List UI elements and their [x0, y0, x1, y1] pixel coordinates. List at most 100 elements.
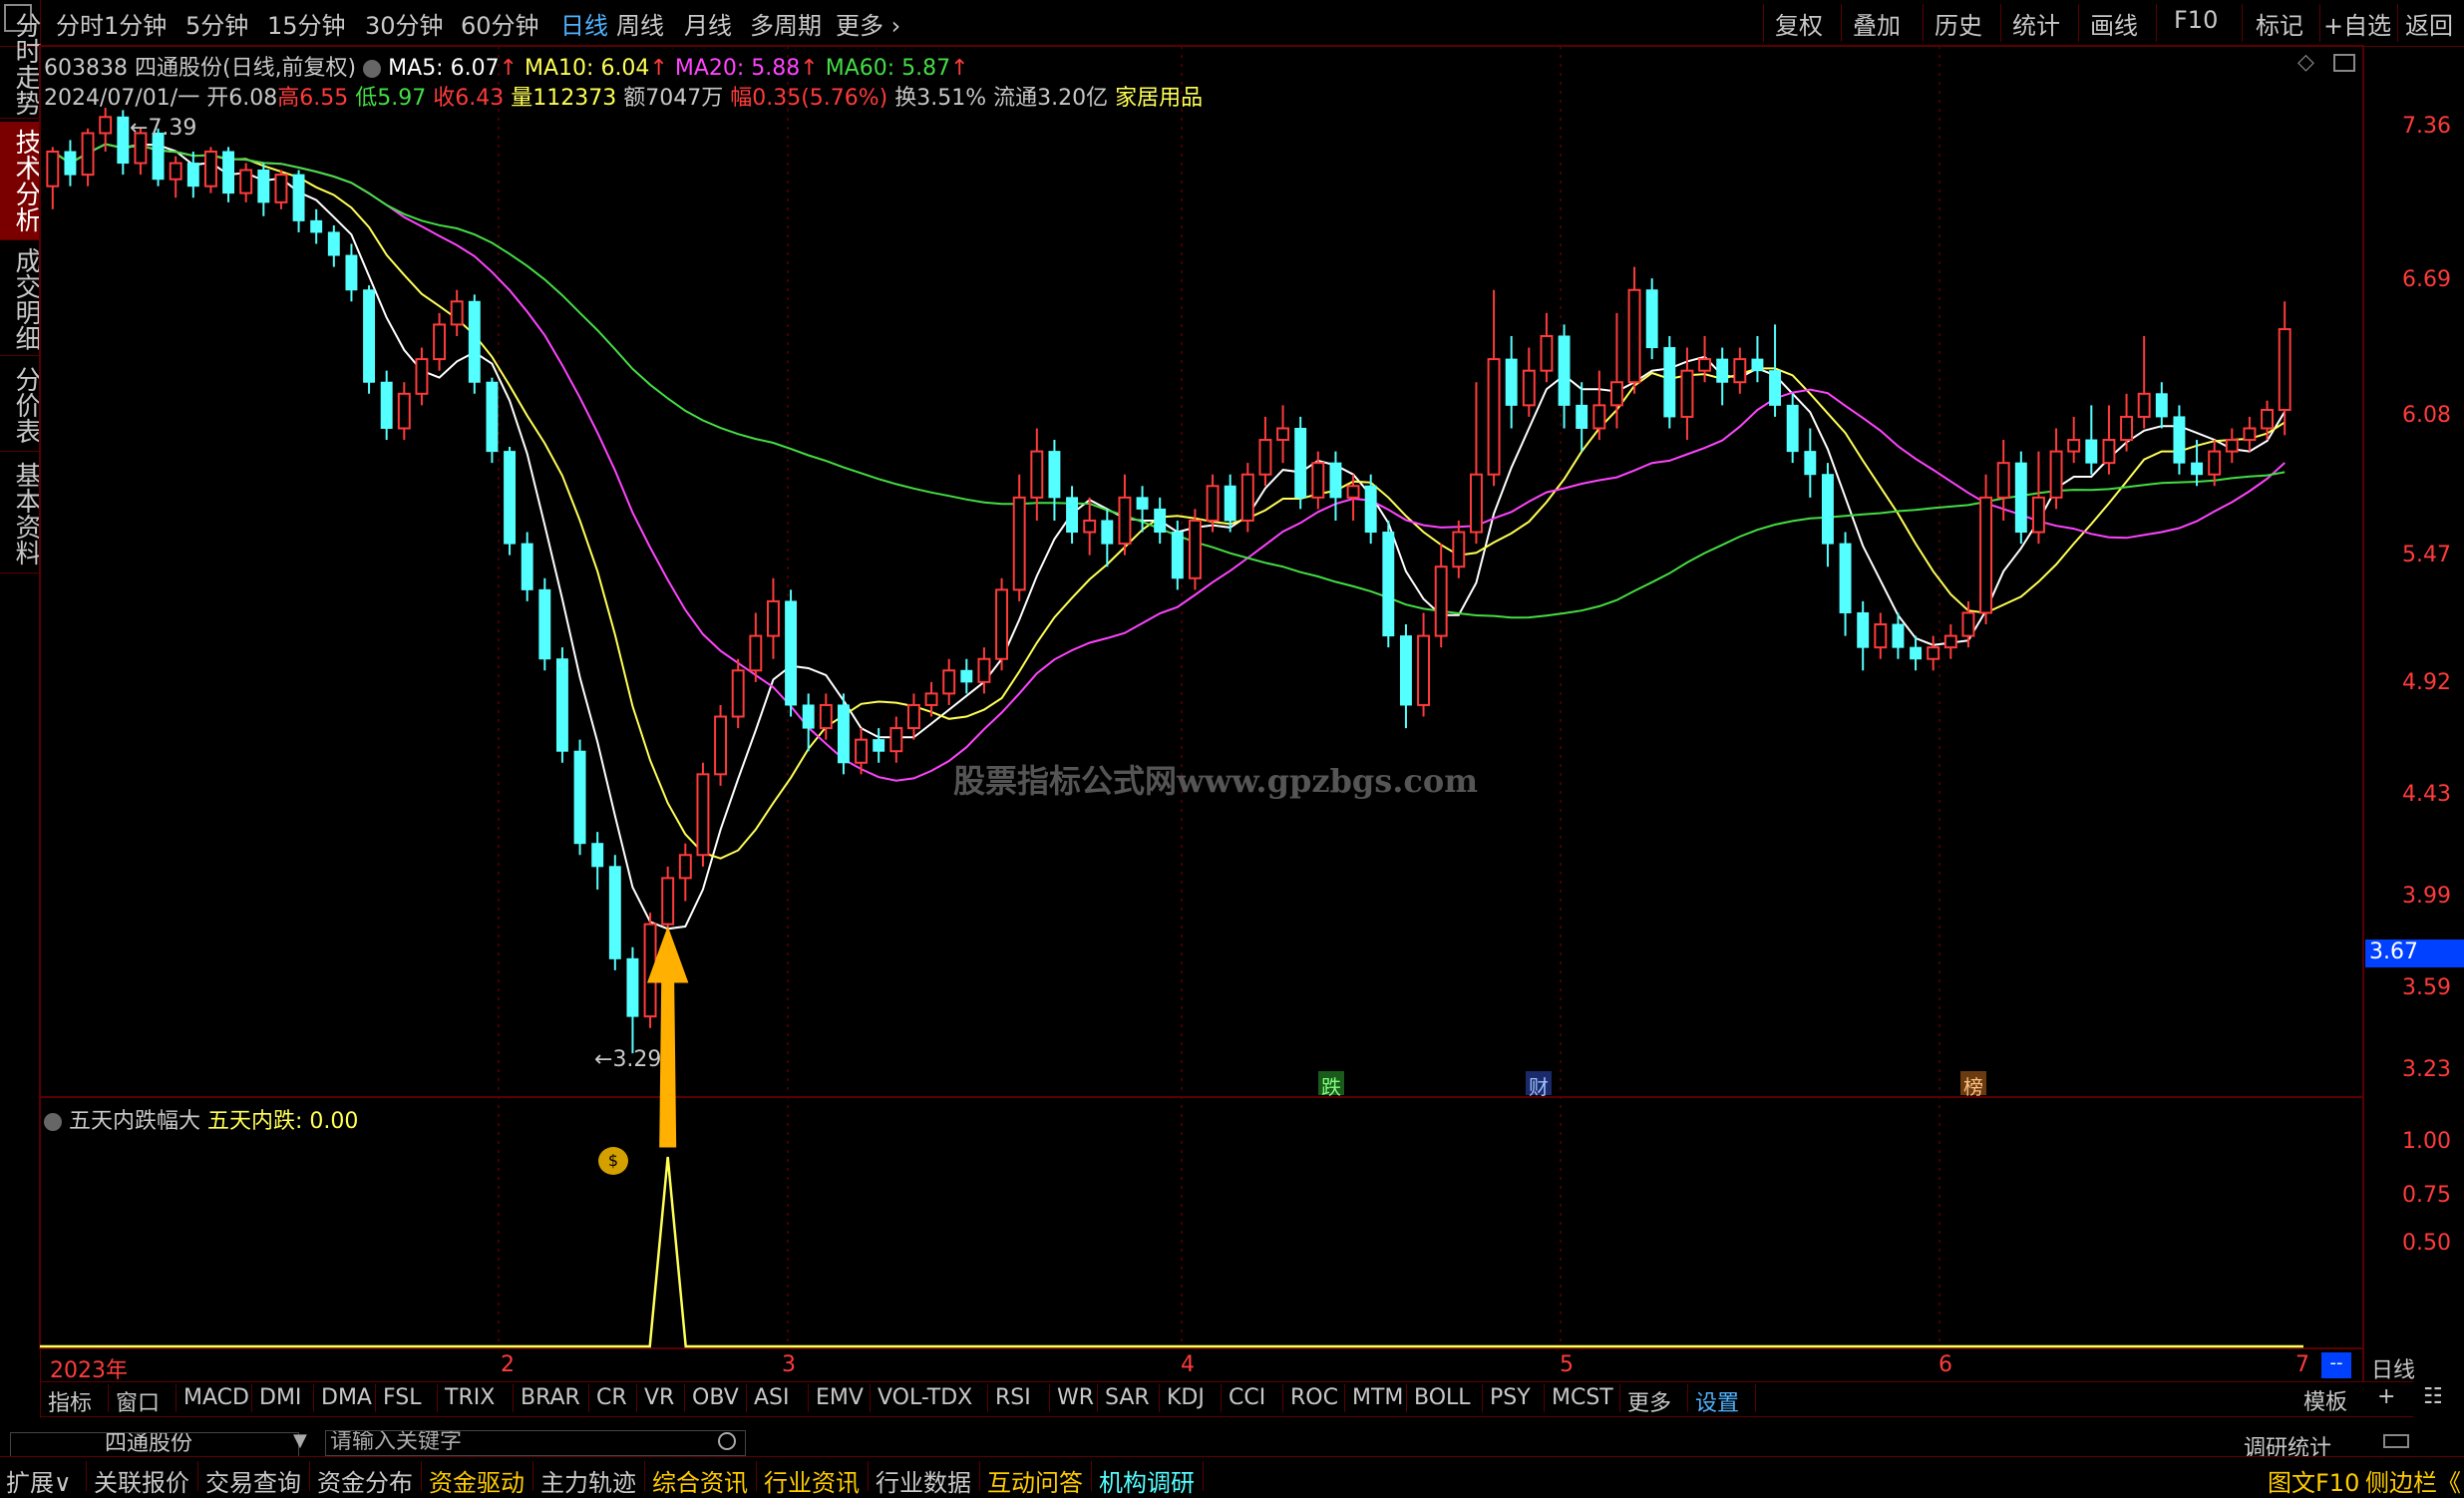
- grid-icon[interactable]: [2383, 1434, 2409, 1448]
- candle-body[interactable]: [46, 150, 60, 187]
- candle-body[interactable]: [1171, 532, 1184, 579]
- candle-body[interactable]: [2243, 427, 2257, 442]
- indicator-tab-asi[interactable]: ASI: [754, 1385, 790, 1410]
- candle-body[interactable]: [1576, 404, 1588, 429]
- candle-body[interactable]: [802, 704, 815, 729]
- candle-body[interactable]: [766, 599, 780, 637]
- drag-handle-icon[interactable]: ☷: [2423, 1384, 2443, 1409]
- bottom-tab-4[interactable]: 资金驱动: [429, 1463, 525, 1498]
- candle-body[interactable]: [731, 669, 745, 718]
- candle-body[interactable]: [292, 174, 305, 221]
- bottom-tab-7[interactable]: 行业资讯: [764, 1463, 860, 1498]
- candle-body[interactable]: [310, 219, 323, 233]
- bottom-tab-0[interactable]: 扩展∨: [6, 1463, 72, 1498]
- candle-body[interactable]: [1294, 427, 1307, 499]
- candle-body[interactable]: [1874, 623, 1888, 649]
- indicator-tab-dma[interactable]: DMA: [321, 1385, 372, 1410]
- candle-body[interactable]: [1558, 335, 1571, 406]
- template-button[interactable]: 模板: [2303, 1384, 2347, 1416]
- candle-body[interactable]: [1663, 347, 1676, 418]
- time-scroll-handle[interactable]: --: [2321, 1352, 2351, 1378]
- candle-body[interactable]: [2085, 439, 2098, 464]
- candle-body[interactable]: [1417, 634, 1431, 706]
- f10-graphic-button[interactable]: 图文F10: [2268, 1463, 2359, 1498]
- candle-body[interactable]: [749, 634, 763, 672]
- indicator-tab-vr[interactable]: VR: [644, 1385, 674, 1410]
- candle-body[interactable]: [2155, 393, 2168, 418]
- candle-body[interactable]: [1769, 370, 1782, 406]
- indicator-tab-boll[interactable]: BOLL: [1414, 1385, 1471, 1410]
- candle-body[interactable]: [1329, 462, 1342, 499]
- indicator-tab-sar[interactable]: SAR: [1105, 1385, 1150, 1410]
- candle-body[interactable]: [906, 703, 920, 730]
- candle-body[interactable]: [81, 132, 95, 177]
- candle-body[interactable]: [99, 116, 113, 135]
- bottom-tab-1[interactable]: 关联报价: [94, 1463, 189, 1498]
- candle-body[interactable]: [1609, 381, 1623, 407]
- candle-body[interactable]: [1136, 497, 1149, 510]
- indicator-tab-窗口[interactable]: 窗口: [116, 1385, 160, 1417]
- candle-body[interactable]: [1522, 369, 1536, 407]
- candle-body[interactable]: [450, 300, 464, 326]
- candle-body[interactable]: [257, 169, 270, 203]
- indicator-tab-设置[interactable]: 设置: [1695, 1385, 1739, 1417]
- candle-body[interactable]: [203, 150, 217, 187]
- indicator-tab-更多[interactable]: 更多: [1627, 1385, 1671, 1417]
- candle-body[interactable]: [1224, 485, 1236, 522]
- indicator-tab-emv[interactable]: EMV: [816, 1385, 864, 1410]
- candle-body[interactable]: [380, 381, 393, 429]
- indicator-tab-obv[interactable]: OBV: [692, 1385, 739, 1410]
- sidebar-toggle-button[interactable]: 侧边栏《: [2365, 1463, 2461, 1498]
- bottom-tab-5[interactable]: 主力轨迹: [540, 1463, 636, 1498]
- event-marker-finance[interactable]: 财: [1526, 1071, 1552, 1099]
- candle-body[interactable]: [521, 543, 533, 590]
- candle-body[interactable]: [1698, 358, 1712, 372]
- candle-body[interactable]: [1083, 519, 1097, 534]
- candle-body[interactable]: [345, 254, 358, 291]
- candle-body[interactable]: [1592, 404, 1606, 430]
- candle-body[interactable]: [2120, 415, 2134, 442]
- candle-body[interactable]: [2014, 462, 2027, 534]
- candle-body[interactable]: [2261, 408, 2275, 430]
- candle-body[interactable]: [626, 957, 639, 1017]
- candle-body[interactable]: [1101, 520, 1114, 545]
- candle-body[interactable]: [1364, 485, 1377, 534]
- candle-body[interactable]: [1276, 427, 1290, 442]
- candle-body[interactable]: [1645, 289, 1658, 349]
- candle-body[interactable]: [538, 588, 551, 660]
- candle-body[interactable]: [889, 727, 903, 753]
- candle-body[interactable]: [504, 451, 517, 545]
- candle-body[interactable]: [2225, 439, 2239, 453]
- candle-body[interactable]: [1540, 334, 1554, 372]
- candle-body[interactable]: [327, 231, 340, 256]
- event-marker-drop[interactable]: 跌: [1318, 1071, 1344, 1099]
- candle-body[interactable]: [1505, 358, 1518, 406]
- indicator-tab-roc[interactable]: ROC: [1290, 1385, 1338, 1410]
- candle-body[interactable]: [785, 600, 798, 706]
- indicator-tab-vol-tdx[interactable]: VOL-TDX: [878, 1385, 972, 1410]
- stock-name-field[interactable]: 四通股份: [10, 1432, 299, 1458]
- candle-body[interactable]: [573, 750, 586, 845]
- candle-body[interactable]: [1979, 496, 1993, 614]
- bottom-tab-2[interactable]: 交易查询: [205, 1463, 301, 1498]
- candle-body[interactable]: [1716, 358, 1729, 383]
- indicator-name[interactable]: 五天内跌幅大: [69, 1109, 200, 1134]
- candle-body[interactable]: [397, 392, 411, 430]
- candle-body[interactable]: [714, 715, 728, 776]
- bottom-tab-10[interactable]: 机构调研: [1099, 1463, 1195, 1498]
- caret-down-icon[interactable]: ▼: [293, 1430, 307, 1451]
- candle-body[interactable]: [415, 358, 429, 395]
- candle-body[interactable]: [1118, 496, 1132, 546]
- candle-body[interactable]: [1910, 646, 1923, 660]
- indicator-tab-指标[interactable]: 指标: [48, 1385, 92, 1417]
- bottom-tab-8[interactable]: 行业数据: [876, 1463, 971, 1498]
- candle-body[interactable]: [555, 658, 568, 752]
- candle-body[interactable]: [1821, 474, 1834, 545]
- candle-body[interactable]: [678, 854, 692, 880]
- bottom-tab-6[interactable]: 综合资讯: [652, 1463, 748, 1498]
- indicator-tab-dmi[interactable]: DMI: [259, 1385, 301, 1410]
- candle-body[interactable]: [1399, 635, 1412, 706]
- candle-body[interactable]: [239, 169, 253, 194]
- candle-body[interactable]: [2173, 416, 2186, 464]
- candle-body[interactable]: [696, 773, 710, 857]
